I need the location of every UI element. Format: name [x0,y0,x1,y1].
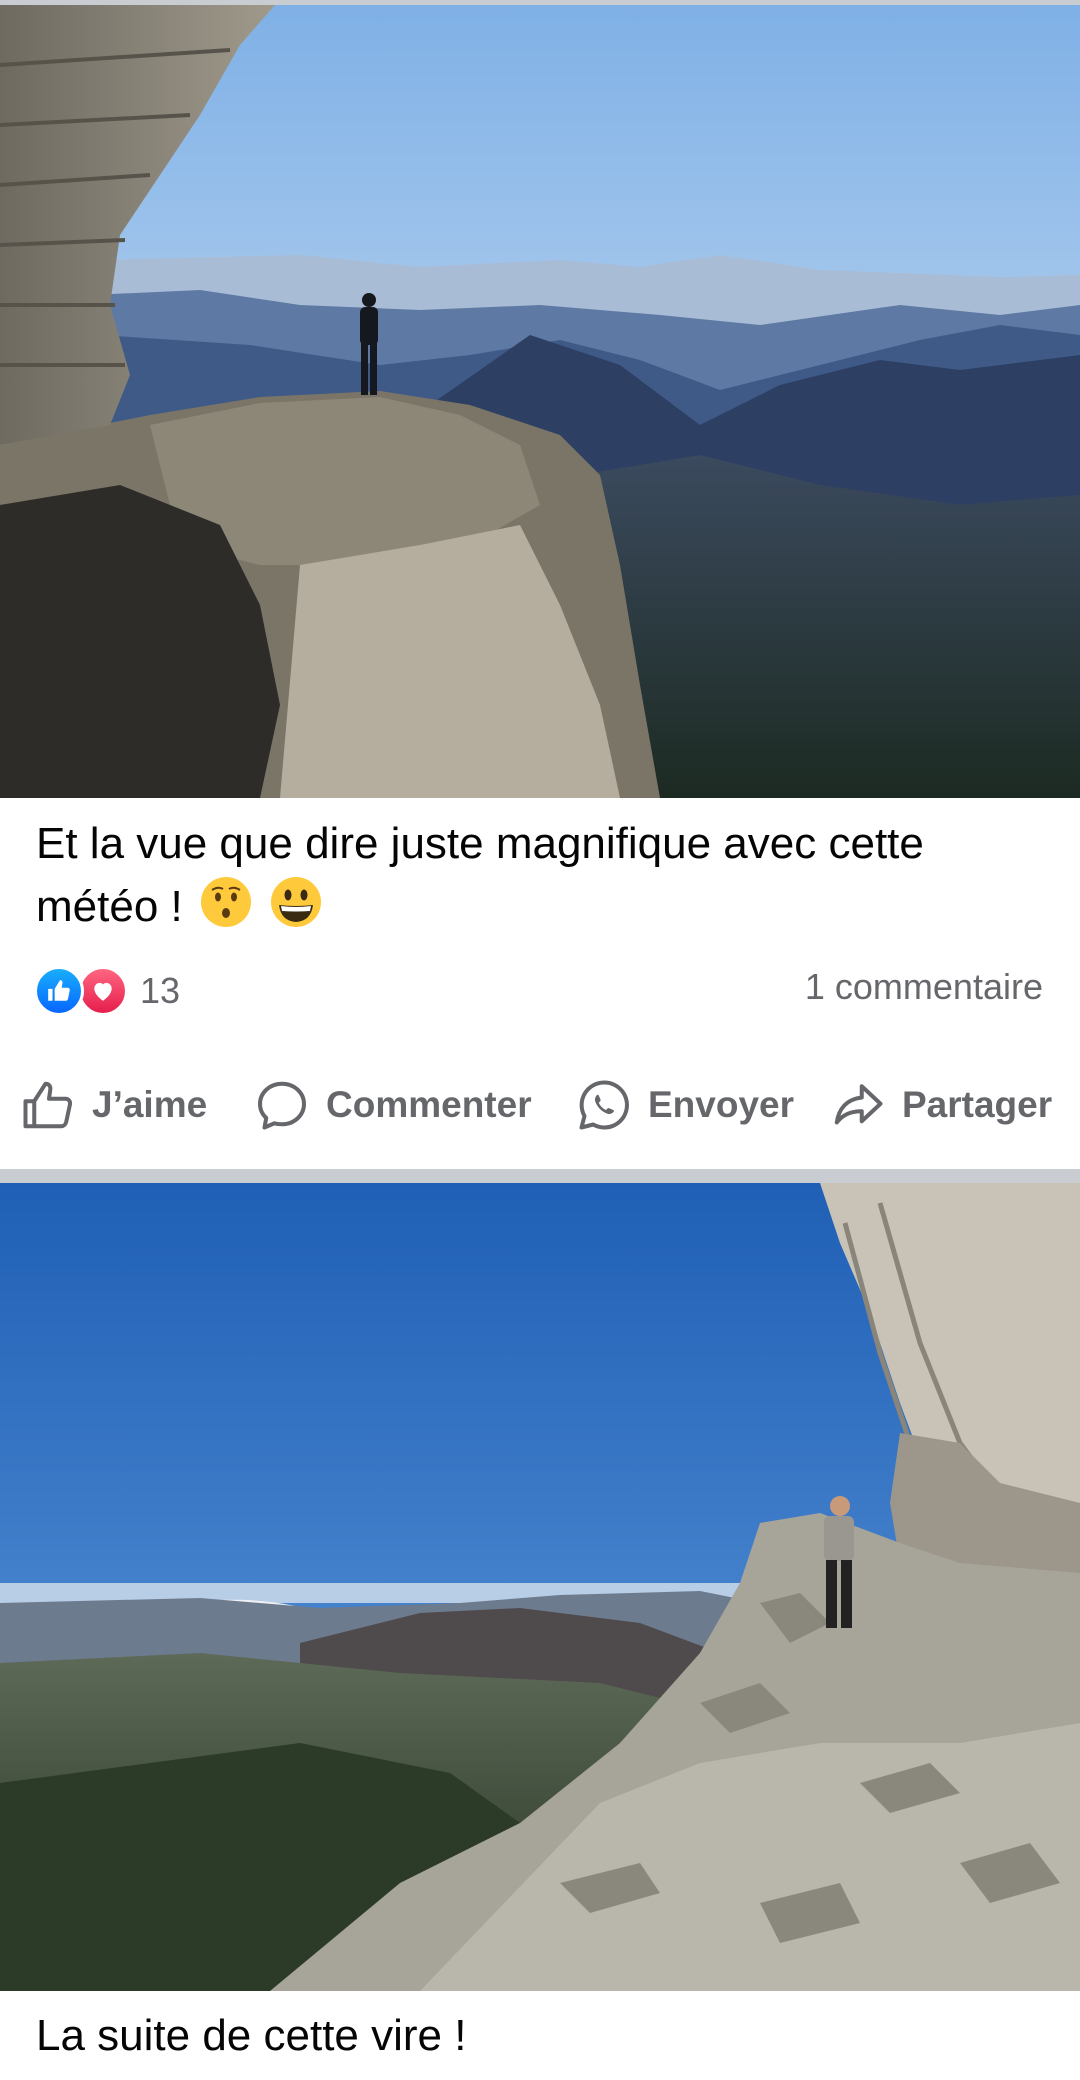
reactions-summary[interactable]: 13 [34,963,180,1019]
comments-count-link[interactable]: 1 commentaire [805,966,1043,1008]
share-button-label: Partager [902,1084,1053,1125]
post-photo-mountain-viewpoint[interactable] [0,5,1080,798]
comment-button[interactable]: Commenter [252,1065,532,1145]
post-separator [0,1169,1080,1183]
comment-bubble-icon [258,1081,306,1130]
grinning-face-emoji [271,877,322,927]
like-button[interactable]: J’aime [18,1065,207,1145]
send-button-label: Envoyer [648,1084,795,1125]
reaction-count: 13 [140,970,181,1011]
like-button-label: J’aime [92,1084,208,1125]
post-photo-cliff-ledge[interactable] [0,1183,1080,1991]
face-with-open-mouth-emoji [200,877,251,927]
like-reaction-icon [34,966,84,1016]
share-arrow-icon [834,1084,883,1125]
share-button[interactable]: Partager [828,1065,1052,1145]
love-reaction-icon [78,966,128,1016]
post-caption-text: Et la vue que dire juste magnifique avec… [36,819,924,931]
comment-button-label: Commenter [326,1084,532,1125]
post-caption: Et la vue que dire juste magnifique avec… [36,812,1046,938]
whatsapp-icon [579,1080,629,1130]
thumbs-up-icon [23,1081,73,1129]
send-button[interactable]: Envoyer [574,1065,794,1145]
post-action-bar: J’aime Commenter Envoyer Partager [0,1065,1080,1145]
post-caption: La suite de cette vire ! [36,2011,467,2060]
